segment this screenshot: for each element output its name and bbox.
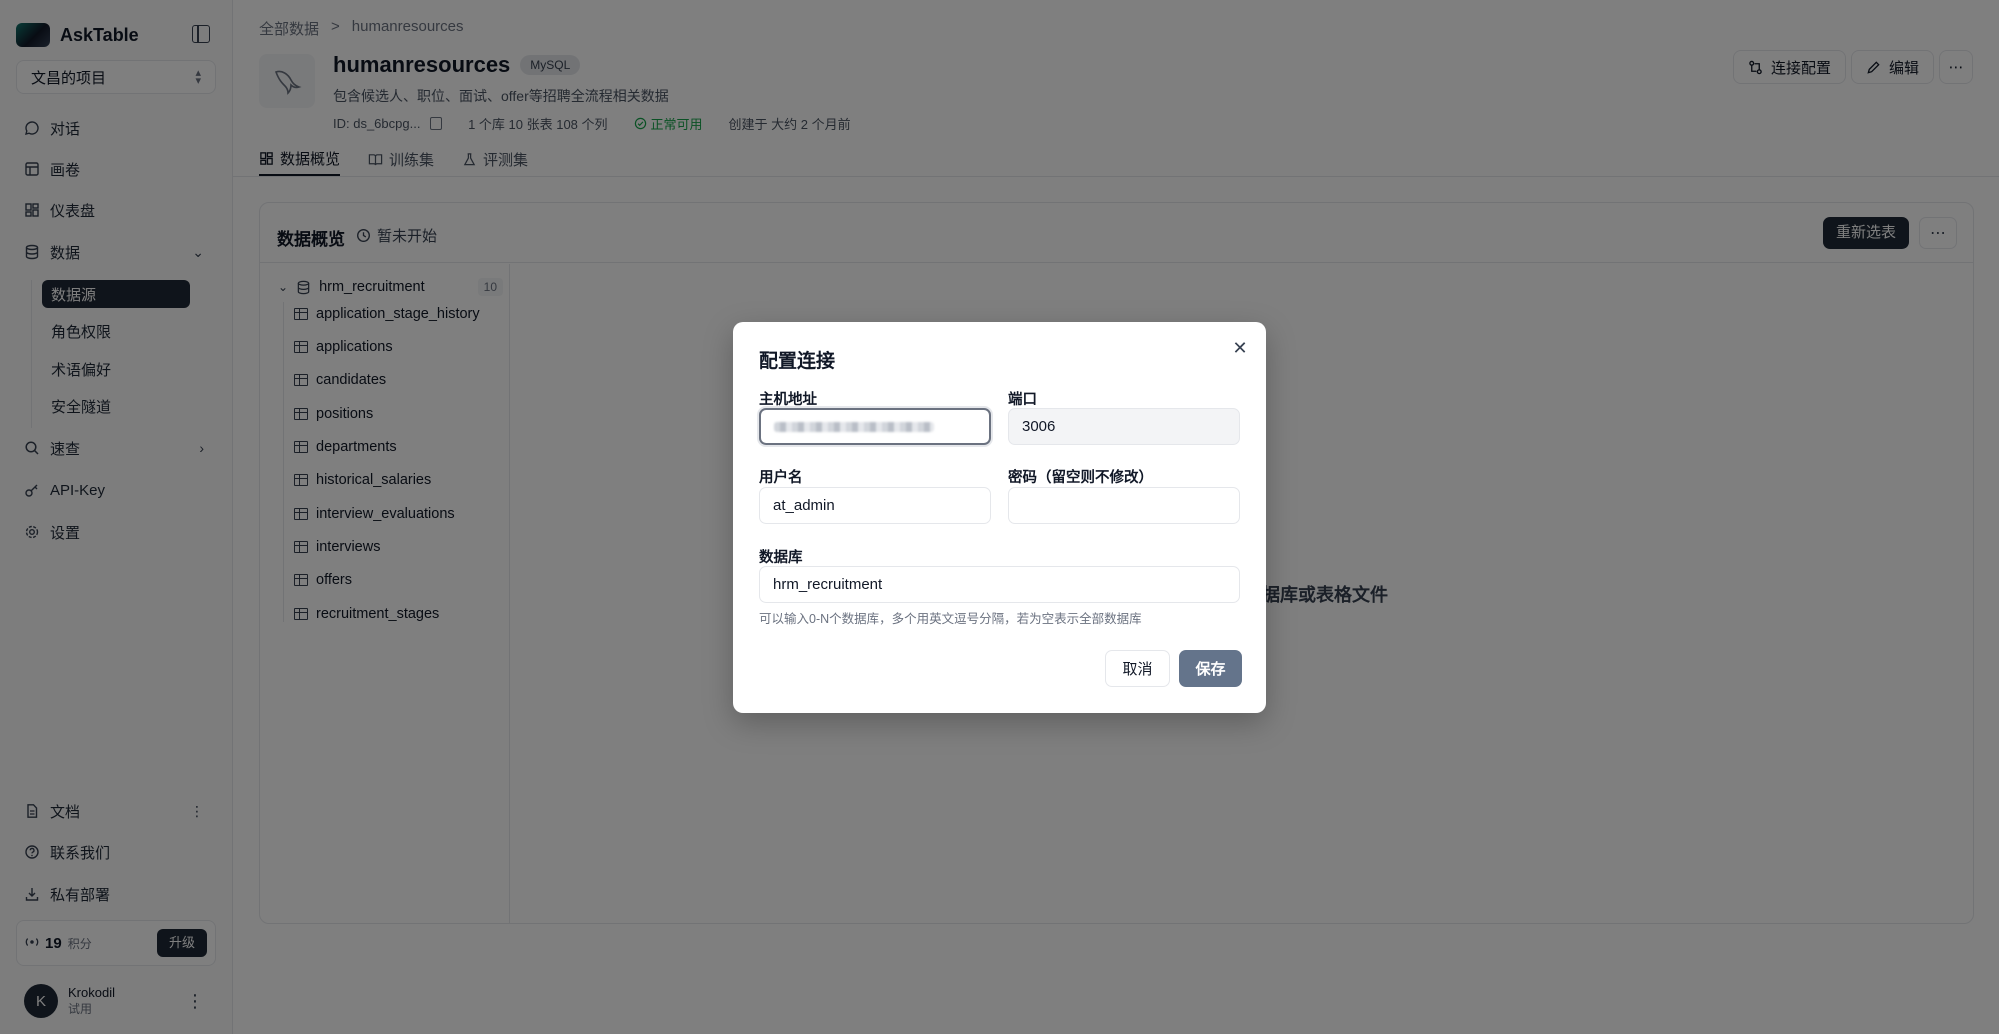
username-input[interactable]: at_admin bbox=[759, 487, 991, 524]
username-value: at_admin bbox=[773, 497, 835, 514]
connection-config-dialog: 配置连接 ✕ 主机地址 端口 3006 用户名 at_admin 密码（留空则不… bbox=[733, 322, 1266, 713]
cancel-button[interactable]: 取消 bbox=[1105, 650, 1170, 687]
username-label: 用户名 bbox=[759, 470, 803, 486]
password-input[interactable] bbox=[1008, 487, 1240, 524]
password-label: 密码（留空则不修改） bbox=[1008, 470, 1153, 486]
close-icon[interactable]: ✕ bbox=[1232, 339, 1248, 357]
redacted-host-value bbox=[774, 421, 934, 432]
save-button[interactable]: 保存 bbox=[1179, 650, 1242, 687]
port-input[interactable]: 3006 bbox=[1008, 408, 1240, 445]
database-help-text: 可以输入0-N个数据库，多个用英文逗号分隔，若为空表示全部数据库 bbox=[759, 612, 1142, 626]
host-label: 主机地址 bbox=[759, 392, 817, 408]
port-value: 3006 bbox=[1022, 418, 1056, 435]
database-value: hrm_recruitment bbox=[773, 576, 883, 593]
database-input[interactable]: hrm_recruitment bbox=[759, 566, 1240, 603]
port-label: 端口 bbox=[1008, 392, 1037, 408]
database-label: 数据库 bbox=[759, 550, 803, 566]
dialog-title: 配置连接 bbox=[759, 351, 836, 372]
host-input[interactable] bbox=[759, 408, 991, 445]
